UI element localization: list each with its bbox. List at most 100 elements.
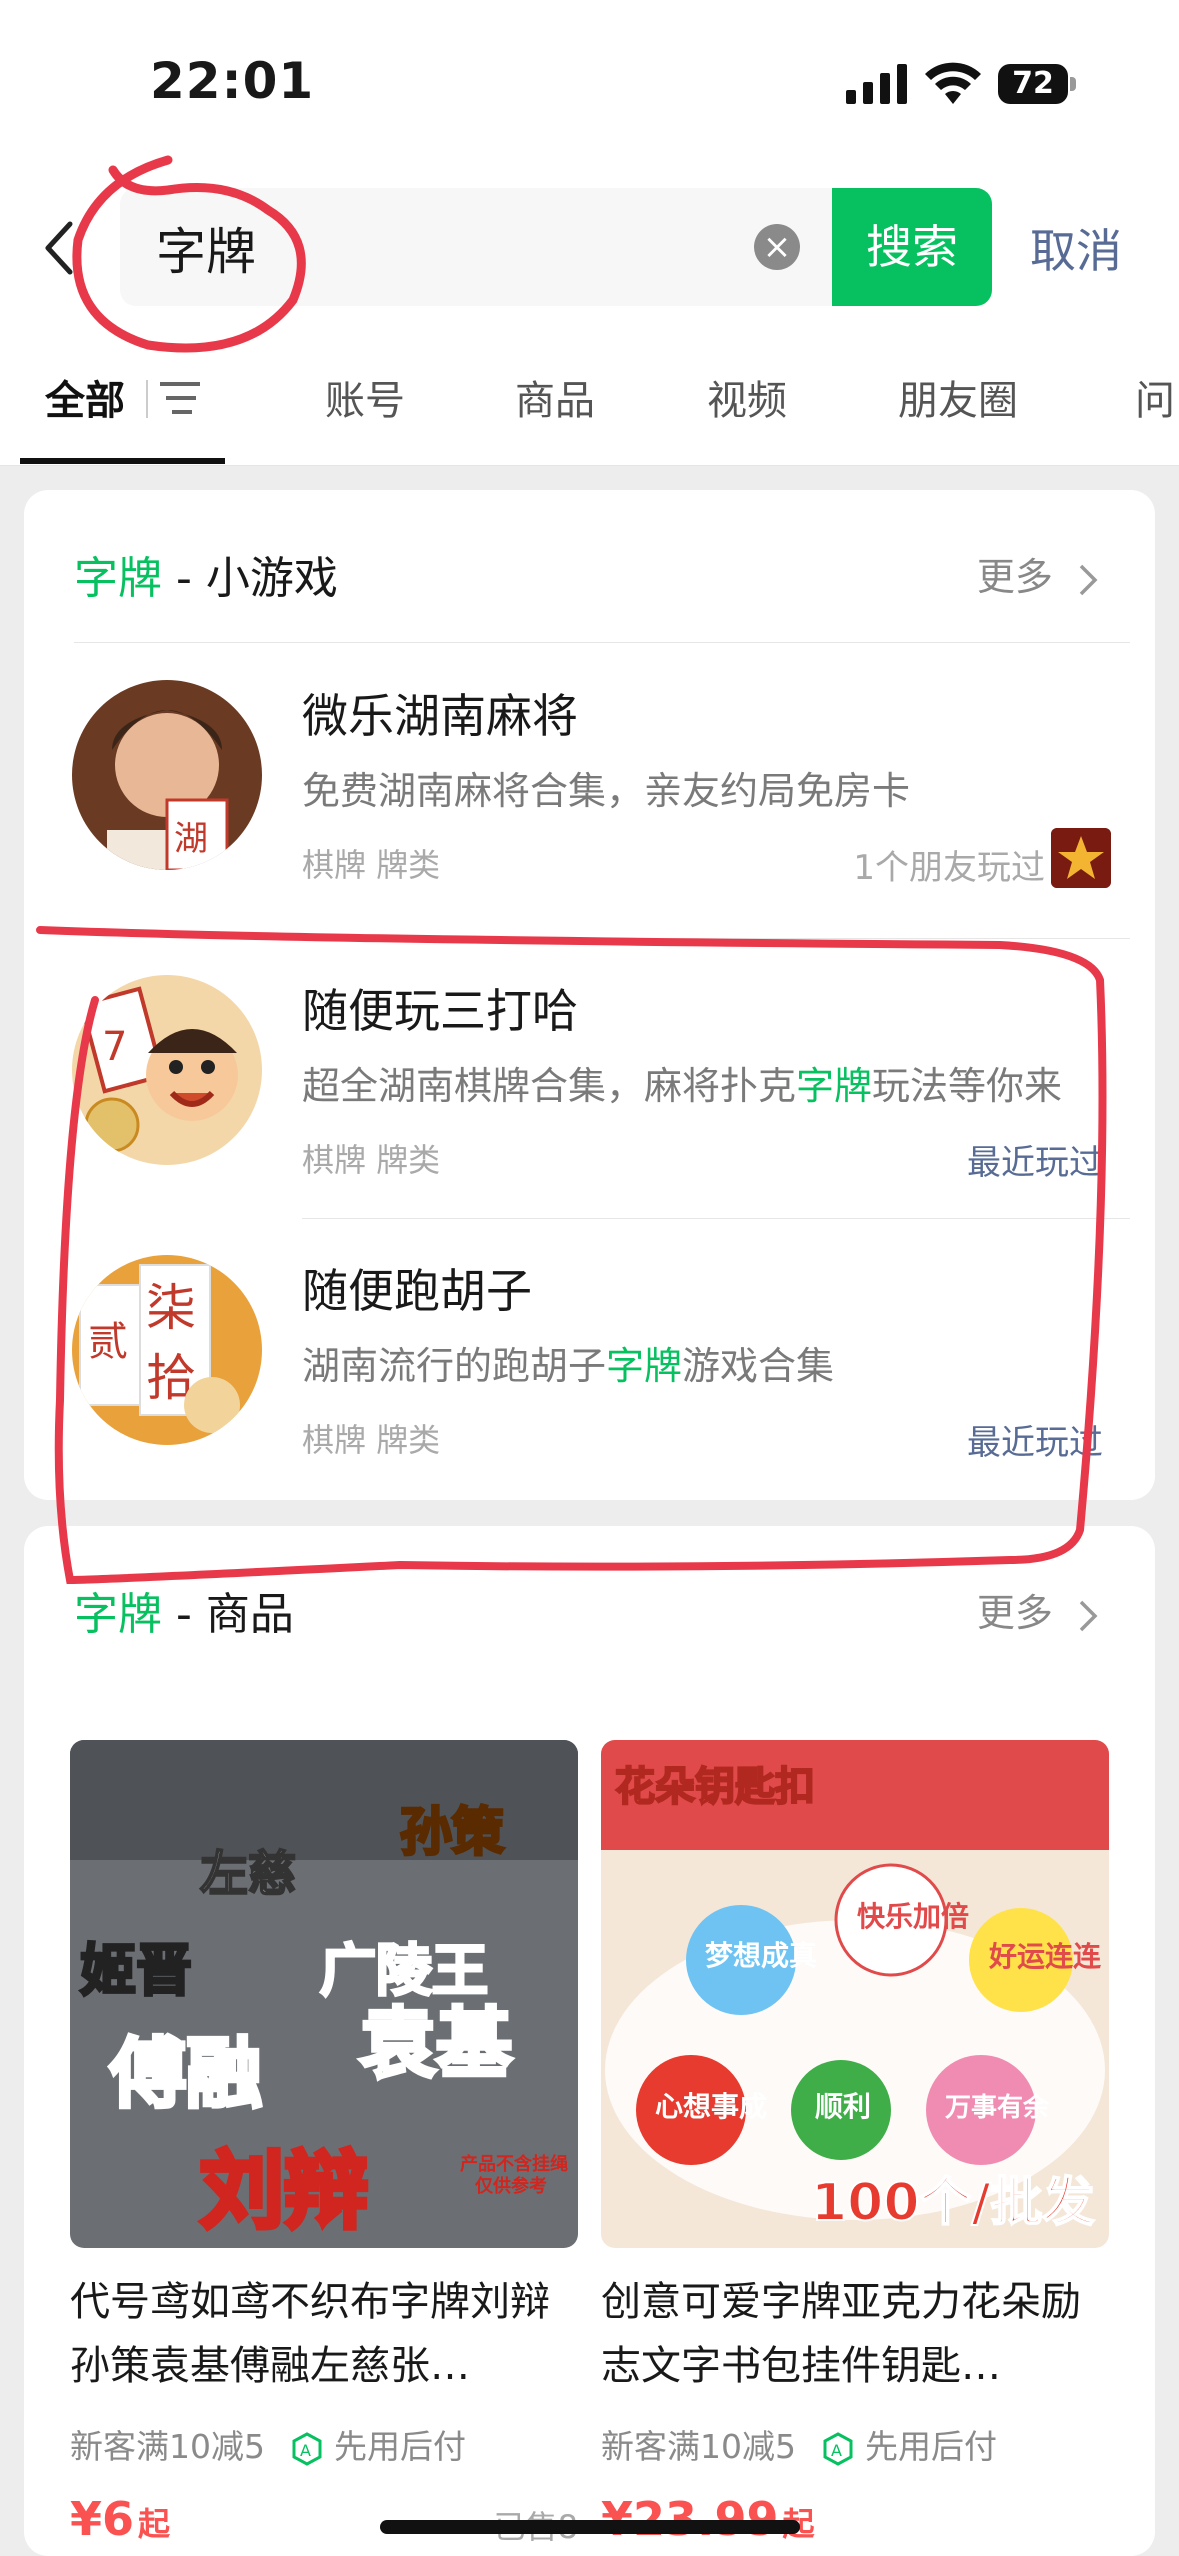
svg-text:袁基: 袁基 [360,1999,512,2088]
svg-text:100个/批发: 100个/批发 [811,2173,1095,2233]
more-products-link[interactable]: 更多 [977,1582,1101,1637]
section-suffix: - 商品 [162,1589,294,1640]
svg-text:A: A [831,2441,842,2460]
tab-videos[interactable]: 视频 [707,368,787,426]
game-item[interactable]: 贰 柒 拾 随便跑胡子 湖南流行的跑胡子字牌游戏合集 棋牌 牌类 最近玩过 [24,1225,1155,1485]
product-image: 花朵钥匙扣 梦想成真 快乐加倍 好运连连 心想事成 顺利 万事有余 100个/批… [601,1740,1109,2248]
product-meta: 新客满10减5 A 先用后付 [601,2420,997,2468]
product-price: ¥23.99起 [601,2492,815,2546]
item-divider [302,938,1130,939]
recently-played: 最近玩过 [967,1423,1103,1463]
pay-later-label: 先用后付 [334,2427,466,2466]
svg-text:7: 7 [102,1024,127,1070]
game-title: 微乐湖南麻将 [302,689,578,743]
svg-text:好运连连: 好运连连 [988,1940,1102,1973]
product-meta: 新客满10减5 A 先用后付 [70,2420,466,2468]
svg-text:仅供参考: 仅供参考 [474,2175,547,2197]
annotation-circle [72,155,306,353]
coupon-text: 新客满10减5 [70,2427,265,2466]
svg-text:广陵王: 广陵王 [320,1939,488,2004]
item-divider [302,1218,1130,1219]
price-suffix: 起 [138,2505,171,2543]
svg-text:梦想成真: 梦想成真 [705,1939,817,1972]
tab-accounts[interactable]: 账号 [325,368,405,426]
svg-text:左慈: 左慈 [200,1846,296,1902]
game-item[interactable]: 湖 微乐湖南麻将 免费湖南麻将合集，亲友约局免房卡 棋牌 牌类 1个朋友玩过 [24,650,1155,910]
home-indicator [380,2520,800,2534]
game-description: 湖南流行的跑胡子字牌游戏合集 [302,1335,1112,1390]
game-tags: 棋牌 牌类 [302,1421,441,1459]
game-description: 免费湖南麻将合集，亲友约局免房卡 [302,769,911,813]
product-title: 创意可爱字牌亚克力花朵励志文字书包挂件钥匙… [601,2279,1081,2389]
desc-text: 玩法等你来 [872,1064,1063,1108]
tab-divider [146,380,148,418]
svg-text:万事有余: 万事有余 [945,2092,1050,2123]
svg-text:心想事成: 心想事成 [655,2090,767,2123]
desc-keyword: 字牌 [796,1064,873,1108]
active-tab-indicator [20,458,225,464]
product-image: 左慈 孙策 广陵王 姬晋 傅融 袁基 刘辩 产品不含挂绳 仅供参考 [70,1740,578,2248]
star-badge-icon [1051,828,1111,888]
svg-text:A: A [300,2441,311,2460]
battery-icon: 72 [998,64,1078,106]
game-item[interactable]: 7 随便玩三打哈 超全湖南棋牌合集，麻将扑克字牌玩法等你来 棋牌 牌类 最近玩过 [24,945,1155,1205]
coupon-text: 新客满10减5 [601,2427,796,2466]
price-value: ¥23.99 [601,2492,779,2546]
svg-text:产品不含挂绳: 产品不含挂绳 [460,2153,568,2175]
product-price: ¥6 起 [70,2492,170,2546]
pay-later-badge: A 先用后付 [821,2427,997,2466]
game-description: 超全湖南棋牌合集，麻将扑克字牌玩法等你来 [302,1055,1112,1110]
game-avatar: 贰 柒 拾 [72,1255,262,1445]
tab-products[interactable]: 商品 [515,368,595,426]
desc-text: 湖南流行的跑胡子 [302,1344,607,1388]
pay-later-label: 先用后付 [865,2427,997,2466]
search-button[interactable]: 搜索 [832,188,992,306]
svg-text:贰: 贰 [88,1319,128,1365]
svg-text:顺利: 顺利 [815,2090,871,2123]
clear-icon[interactable]: × [754,224,800,270]
filter-icon[interactable] [160,380,206,416]
game-avatar: 7 [72,975,262,1165]
svg-text:花朵钥匙扣: 花朵钥匙扣 [615,1764,815,1810]
svg-text:刘辩: 刘辩 [200,2142,368,2240]
section-divider [74,642,1130,643]
section-keyword: 字牌 [74,1589,162,1640]
recently-played: 最近玩过 [967,1143,1103,1183]
pay-later-icon: A [823,2431,852,2466]
tab-questions[interactable]: 问 [1135,368,1175,426]
wifi-icon [925,62,981,104]
game-tags: 棋牌 牌类 [302,846,441,884]
tab-moments[interactable]: 朋友圈 [898,368,1018,426]
cancel-button[interactable]: 取消 [1030,215,1122,281]
pay-later-badge: A 先用后付 [290,2427,466,2466]
svg-text:傅融: 傅融 [109,2029,262,2118]
status-bar: 22:01 72 [0,0,1179,170]
svg-text:快乐加倍: 快乐加倍 [857,1900,969,1933]
chevron-right-icon [1079,564,1098,595]
cellular-signal-icon [846,64,907,104]
game-tags: 棋牌 牌类 [302,1141,441,1179]
section-title-products: 字牌 - 商品 [74,1578,294,1642]
more-label: 更多 [976,1591,1053,1635]
battery-level: 72 [1012,66,1054,101]
game-title: 随便玩三打哈 [302,984,578,1038]
svg-text:湖: 湖 [174,819,208,859]
desc-text: 超全湖南棋牌合集，麻将扑克 [302,1064,797,1108]
more-label: 更多 [976,555,1053,599]
section-keyword: 字牌 [74,553,162,604]
desc-text: 游戏合集 [682,1344,835,1388]
pay-later-icon: A [292,2431,321,2466]
game-avatar: 湖 [72,680,262,870]
tab-all[interactable]: 全部 [45,368,125,426]
friends-played: 1个朋友玩过 [853,848,1045,888]
svg-text:姬晋: 姬晋 [80,1939,192,2004]
section-suffix: - 小游戏 [162,553,338,604]
section-title-games: 字牌 - 小游戏 [74,542,338,606]
svg-text:孙策: 孙策 [400,1803,504,1863]
price-value: ¥6 [70,2492,135,2546]
svg-text:柒: 柒 [146,1279,196,1337]
more-games-link[interactable]: 更多 [977,546,1101,601]
chevron-right-icon [1079,1600,1098,1631]
game-title: 随便跑胡子 [302,1264,532,1318]
product-title: 代号鸢如鸢不织布字牌刘辩孙策袁基傅融左慈张… [70,2279,550,2389]
